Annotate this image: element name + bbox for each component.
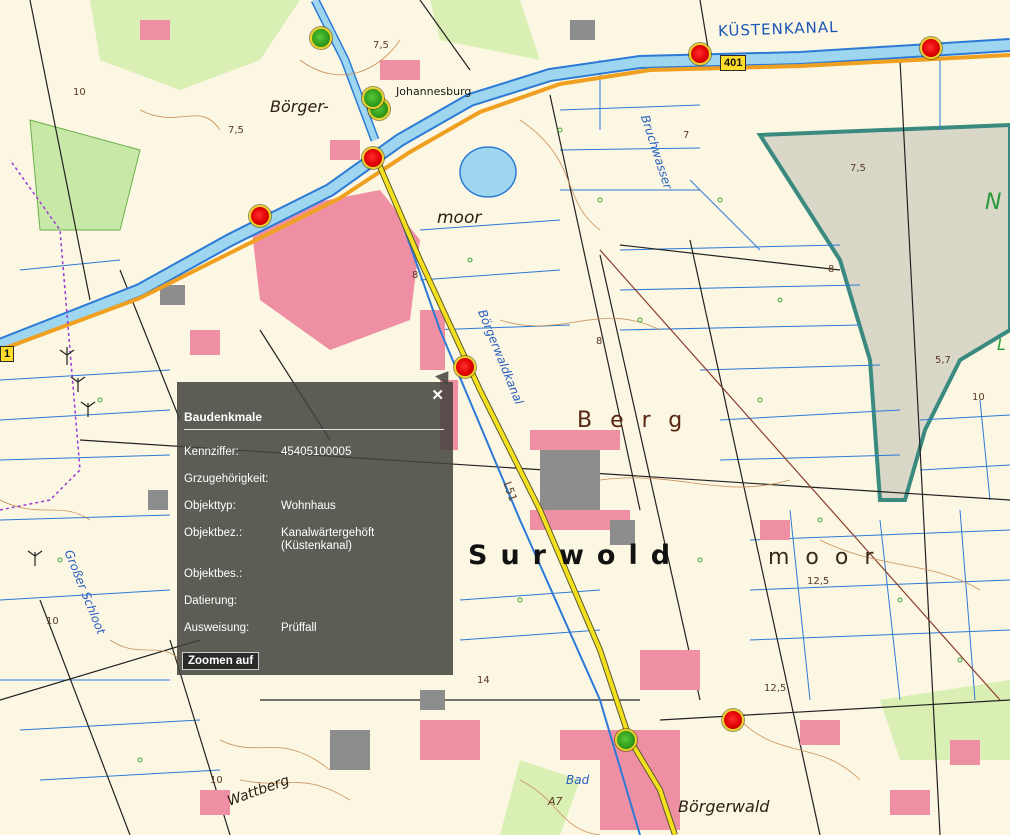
popup-row-key: Datierung: xyxy=(184,595,238,607)
marker-green[interactable] xyxy=(362,87,384,109)
popup-row-value: Kanalwärtergehöft (Küstenkanal) xyxy=(281,527,375,552)
popup-row-key: Objekttyp: xyxy=(184,500,236,512)
popup-row-key: Objektbes.: xyxy=(184,568,243,580)
marker-red[interactable] xyxy=(362,147,384,169)
lake xyxy=(459,146,517,198)
contour-label: 8 xyxy=(412,270,419,281)
contour-label: 5,7 xyxy=(935,355,951,366)
popup-row-key: Kennziffer: xyxy=(184,446,239,458)
popup-title: Baudenkmale xyxy=(184,410,263,424)
contour-label: 8 xyxy=(828,264,835,275)
popup-divider xyxy=(184,429,444,430)
zoom-to-button[interactable]: Zoomen auf xyxy=(182,652,260,670)
feature-info-popup: ✕ Baudenkmale Kennziffer: 45405100005 Gr… xyxy=(177,366,455,675)
label-boerger: Börger- xyxy=(270,97,329,116)
label-johannesburg: Johannesburg xyxy=(396,85,472,98)
label-boergerwald: Börgerwald xyxy=(678,797,770,816)
marker-red[interactable] xyxy=(722,709,744,731)
label-moor: moor xyxy=(437,208,482,228)
label-bad: Bad xyxy=(566,773,590,787)
popup-row-value: Prüffall xyxy=(281,622,317,634)
contour-label: 10 xyxy=(972,392,985,403)
popup-row-key: Objektbez.: xyxy=(184,527,243,539)
popup-row-key: Grzugehörigkeit: xyxy=(184,473,269,485)
contour-label: 12,5 xyxy=(807,576,830,587)
marker-red[interactable] xyxy=(689,43,711,65)
road-shield-edge: 1 xyxy=(0,346,15,362)
contour-label: 7,5 xyxy=(373,40,389,51)
marker-green[interactable] xyxy=(615,729,637,751)
road-shield-b401: 401 xyxy=(720,55,747,71)
contour-label: 7,5 xyxy=(228,125,244,136)
label-l-partial: L xyxy=(997,335,1006,354)
popup-row-key: Ausweisung: xyxy=(184,622,250,634)
label-surwold: Surwold xyxy=(468,540,684,571)
contour-label: 10 xyxy=(46,616,59,627)
road-label-a7: A7 xyxy=(548,795,563,808)
map-basemap xyxy=(0,0,1010,835)
popup-row-value: Wohnhaus xyxy=(281,500,336,512)
contour-label: 7,5 xyxy=(850,163,866,174)
map-canvas[interactable]: Börger- Johannesburg moor KÜSTENKANAL Br… xyxy=(0,0,1010,835)
contour-label: 14 xyxy=(477,675,490,686)
contour-label: 7 xyxy=(683,130,690,141)
contour-label: 12,5 xyxy=(764,683,787,694)
marker-green[interactable] xyxy=(310,27,332,49)
marker-red[interactable] xyxy=(249,205,271,227)
contour-label: 10 xyxy=(73,87,86,98)
close-icon[interactable]: ✕ xyxy=(431,386,444,404)
marker-red[interactable] xyxy=(920,37,942,59)
label-berg: Berg xyxy=(577,408,701,433)
label-moor-large: moor xyxy=(768,545,890,570)
contour-label: 8 xyxy=(596,336,603,347)
contour-label: 10 xyxy=(210,775,223,786)
label-n-partial: N xyxy=(985,190,1002,215)
popup-row-value: 45405100005 xyxy=(281,446,352,458)
marker-red-selected[interactable] xyxy=(454,356,476,378)
